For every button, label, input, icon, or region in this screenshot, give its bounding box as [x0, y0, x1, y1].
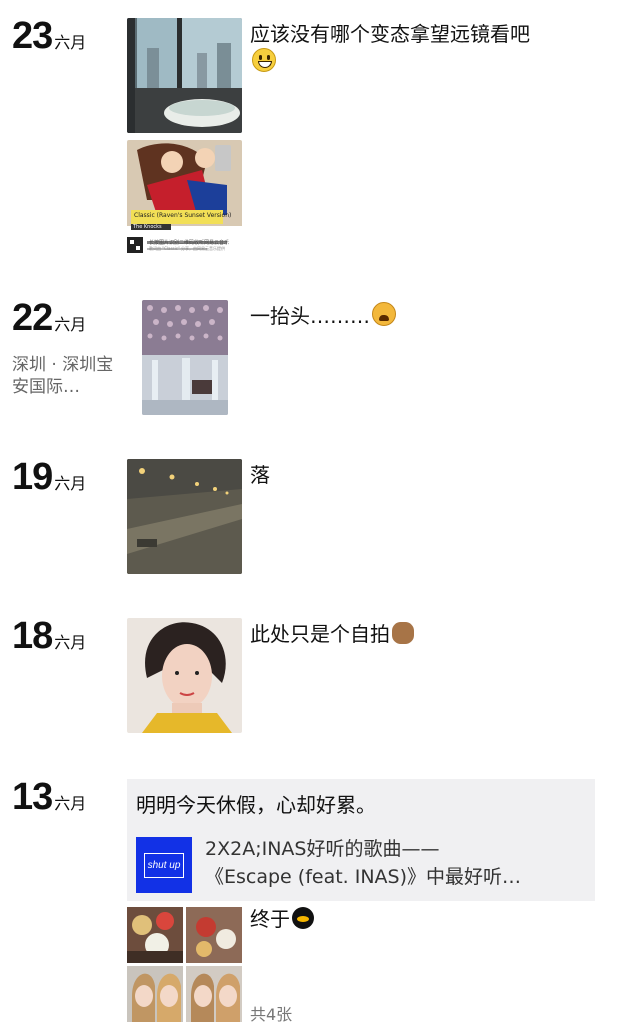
- day: 22: [12, 297, 53, 339]
- date: 18 六月: [12, 614, 86, 658]
- post-caption: 一抬头………: [250, 302, 620, 330]
- weary-face-icon: [372, 302, 396, 326]
- share-title: 2X2A;INAS好听的歌曲—— 《Escape (feat. INAS)》中最…: [205, 835, 585, 891]
- cover-label: shut up: [143, 852, 185, 878]
- penguin-icon: [292, 907, 314, 929]
- qr-subcaption: 歌词由 "Classic" 分享，由网易云音乐提供: [149, 246, 226, 251]
- caption-text: 此处只是个自拍: [250, 622, 390, 646]
- track-artist: The Knocks: [133, 224, 162, 230]
- share-title-line1: 2X2A;INAS好听的歌曲——: [205, 838, 440, 860]
- moment-entry-19: 19 六月 落: [0, 455, 640, 580]
- moment-entry-23: 23 六月 应该没有哪个变态拿望远镜看吧 Classic (Raven's Su…: [0, 14, 640, 264]
- photo-count: 共4张: [250, 1005, 293, 1024]
- date: 19 六月: [12, 455, 86, 499]
- date: 13 六月: [12, 775, 86, 819]
- moment-entry-18: 18 六月 此处只是个自拍: [0, 614, 640, 739]
- month: 六月: [54, 315, 87, 334]
- post-caption: 落: [250, 463, 270, 487]
- caption-text: 终于: [250, 907, 290, 931]
- day: 23: [12, 15, 53, 57]
- photo-thumbnail[interactable]: [186, 966, 242, 1022]
- month: 六月: [54, 33, 87, 52]
- photo-thumbnail[interactable]: [127, 907, 183, 963]
- shared-music-thumbnail[interactable]: Classic (Raven's Sunset Version) The Kno…: [127, 140, 242, 255]
- month: 六月: [54, 794, 87, 813]
- photo-thumbnail[interactable]: [186, 907, 242, 963]
- monkey-icon: [392, 622, 414, 644]
- grinning-face-icon: [252, 48, 276, 72]
- post-caption: 终于: [250, 905, 620, 933]
- photo-thumbnail[interactable]: [142, 300, 228, 415]
- day: 13: [12, 776, 53, 818]
- day: 18: [12, 615, 53, 657]
- qr-caption: 长按图片识别二维码收听网易云音乐: [149, 240, 230, 246]
- share-text: 明明今天休假，心却好累。: [136, 793, 376, 817]
- photo-thumbnail[interactable]: [127, 459, 242, 574]
- date: 22 六月: [12, 296, 86, 340]
- date: 23 六月: [12, 14, 86, 58]
- month: 六月: [54, 633, 87, 652]
- shared-link-card[interactable]: 明明今天休假，心却好累。 shut up 2X2A;INAS好听的歌曲—— 《E…: [127, 779, 595, 901]
- track-title: Classic (Raven's Sunset Version): [134, 212, 232, 219]
- photo-grid[interactable]: [127, 907, 242, 1022]
- music-cover-icon: shut up: [136, 837, 192, 893]
- moment-entry-13: 13 六月 明明今天休假，心却好累。 shut up 2X2A;INAS好听的歌曲…: [0, 775, 640, 1029]
- post-caption: 此处只是个自拍: [250, 620, 620, 648]
- photo-thumbnail[interactable]: [127, 966, 183, 1022]
- day: 19: [12, 456, 53, 498]
- month: 六月: [54, 474, 87, 493]
- location-label[interactable]: 深圳 · 深圳宝安国际…: [12, 354, 117, 398]
- caption-text: 应该没有哪个变态拿望远镜看吧: [250, 22, 530, 46]
- photo-thumbnail[interactable]: [127, 18, 242, 133]
- share-title-line2: 《Escape (feat. INAS)》中最好听…: [205, 866, 522, 888]
- caption-text: 一抬头………: [250, 304, 370, 328]
- moment-entry-22: 22 六月 深圳 · 深圳宝安国际… 一抬头………: [0, 296, 640, 426]
- post-caption: 应该没有哪个变态拿望远镜看吧: [250, 20, 620, 76]
- photo-thumbnail[interactable]: [127, 618, 242, 733]
